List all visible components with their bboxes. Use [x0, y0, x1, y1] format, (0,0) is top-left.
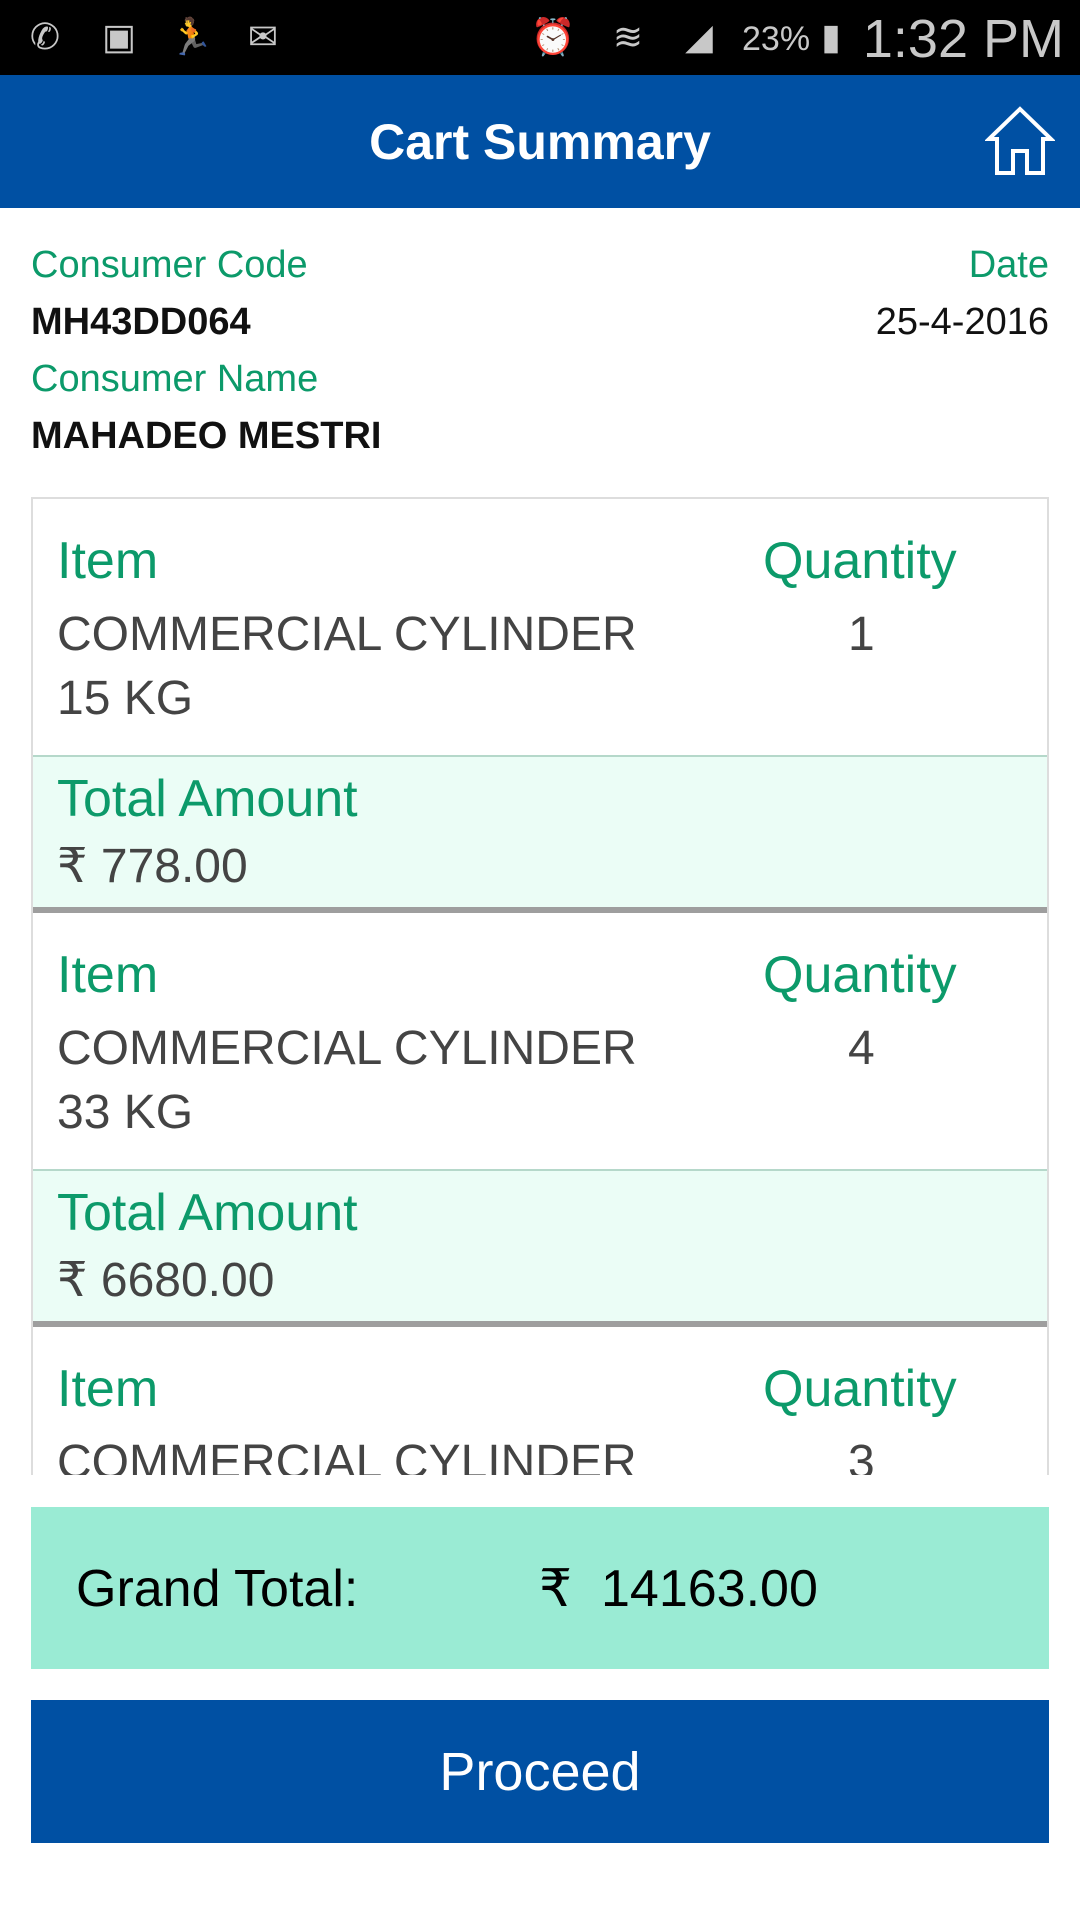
total-amount-label: Total Amount	[57, 770, 358, 828]
app-header: Cart Summary	[0, 75, 1080, 208]
signal-icon: ◢	[685, 16, 713, 57]
date-value: 25-4-2016	[875, 301, 1049, 343]
fitness-icon: 🏃	[168, 16, 214, 57]
home-icon[interactable]	[985, 105, 1055, 177]
item-name: COMMERCIAL CYLINDER 33 KG	[57, 1022, 637, 1139]
wifi-icon: ≋	[612, 16, 644, 57]
grand-total-value: ₹ 14163.00	[539, 1560, 818, 1618]
consumer-name: MAHADEO MESTRI	[31, 415, 382, 457]
date-label: Date	[968, 244, 1049, 286]
item-name: COMMERCIAL CYLINDER 15 KG	[57, 608, 637, 725]
total-amount: ₹ 778.00	[57, 840, 248, 893]
page-title: Cart Summary	[369, 114, 711, 170]
cart-item-list[interactable]: Item Quantity COMMERCIAL CYLINDER 15 KG 1…	[31, 497, 1049, 1475]
consumer-code-label: Consumer Code	[31, 244, 308, 286]
grand-total-bar: Grand Total: ₹ 14163.00	[31, 1507, 1049, 1669]
clock: 1:32 PM	[862, 9, 1064, 69]
item-name: COMMERCIAL CYLINDER	[57, 1436, 637, 1475]
item-quantity: 1	[848, 608, 875, 661]
item-quantity: 4	[848, 1022, 875, 1075]
status-bar: ✆ ▣ 🏃 ✉ ⏰ ≋ ◢ 23% ▮ 1:32 PM	[0, 0, 1080, 75]
consumer-name-label: Consumer Name	[31, 358, 319, 400]
proceed-button[interactable]: Proceed	[31, 1700, 1049, 1843]
item-label: Item	[57, 946, 159, 1004]
grand-total-label: Grand Total:	[76, 1560, 359, 1618]
total-amount-label: Total Amount	[57, 1184, 358, 1242]
item-quantity: 3	[848, 1436, 875, 1475]
total-amount: ₹ 6680.00	[57, 1254, 275, 1307]
cart-item: Item Quantity COMMERCIAL CYLINDER 15 KG 1…	[33, 499, 1047, 913]
gallery-icon: ▣	[101, 16, 136, 57]
battery-percent: 23%	[742, 20, 811, 58]
email-icon: ✉	[247, 16, 279, 57]
quantity-label: Quantity	[763, 1360, 957, 1418]
whatsapp-icon: ✆	[29, 16, 61, 57]
item-label: Item	[57, 1360, 159, 1418]
quantity-label: Quantity	[763, 532, 957, 590]
cart-item: Item Quantity COMMERCIAL CYLINDER 33 KG 4…	[33, 913, 1047, 1327]
battery-icon: ▮	[821, 16, 841, 57]
item-label: Item	[57, 532, 159, 590]
consumer-code: MH43DD064	[31, 301, 251, 343]
alarm-icon: ⏰	[530, 16, 576, 57]
cart-item: Item Quantity COMMERCIAL CYLINDER 3	[33, 1327, 1047, 1475]
quantity-label: Quantity	[763, 946, 957, 1004]
